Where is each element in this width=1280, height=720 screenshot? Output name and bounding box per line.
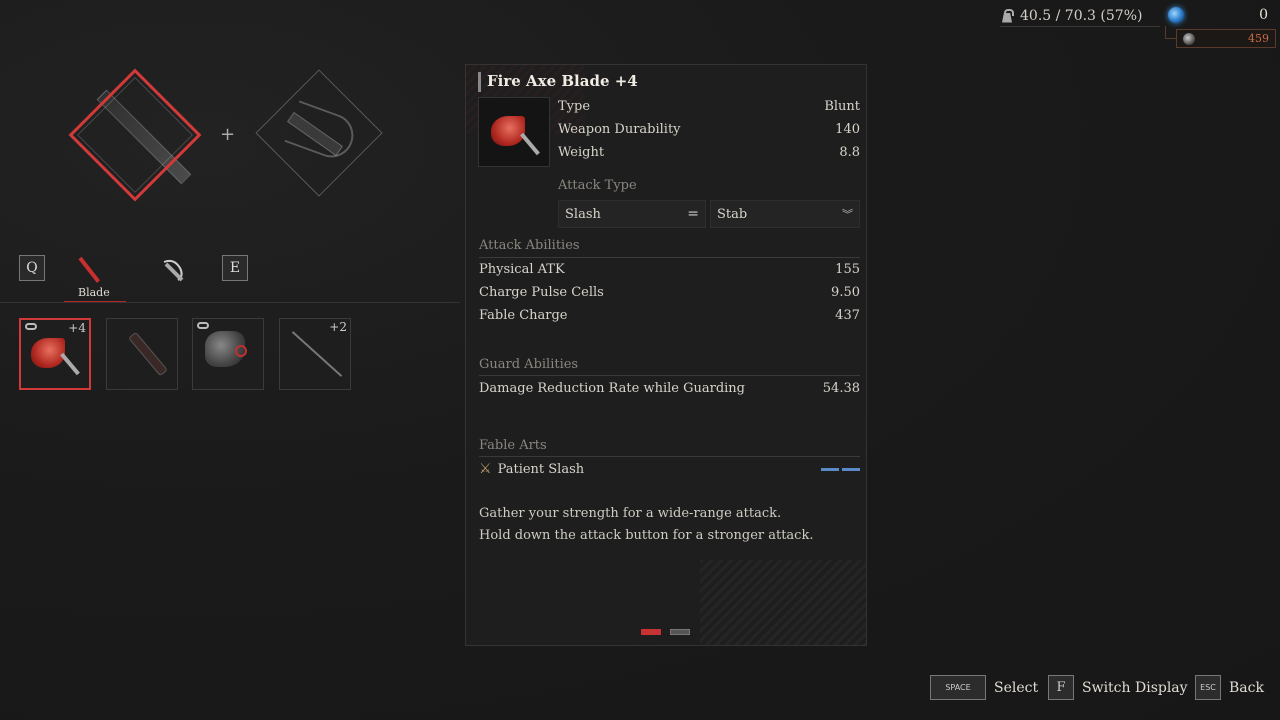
attack-type-primary: Slash = xyxy=(558,200,706,228)
panel-decoration-bottom xyxy=(700,560,866,645)
select-hint[interactable]: SPACE Select xyxy=(930,675,1038,700)
guard-label: Damage Reduction Rate while Guarding xyxy=(479,381,745,396)
attack-type-secondary[interactable]: Stab ︾ xyxy=(710,200,860,228)
fable-art-name: Patient Slash xyxy=(497,461,585,477)
item-description: Gather your strength for a wide-range at… xyxy=(479,503,813,547)
ability-value: 437 xyxy=(835,308,860,323)
prev-category-key[interactable]: Q xyxy=(19,255,45,281)
link-icon xyxy=(197,322,209,329)
attack-abilities-label: Attack Abilities xyxy=(479,238,580,253)
ability-label: Charge Pulse Cells xyxy=(479,285,604,300)
tab-blade-label[interactable]: Blade xyxy=(78,286,110,299)
primary-currency-value: 0 xyxy=(1259,7,1268,23)
attack-type-primary-value: Slash xyxy=(565,206,601,222)
page-indicator-2[interactable] xyxy=(670,629,690,635)
stat-label: Weight xyxy=(558,145,605,160)
section-divider xyxy=(479,375,860,376)
secondary-currency-value: 459 xyxy=(1248,32,1269,45)
primary-currency: 0 xyxy=(1168,4,1268,26)
stat-row: Type Blunt xyxy=(558,99,860,114)
weight-value: 40.5 / 70.3 (57%) xyxy=(1020,7,1143,24)
ability-row: Physical ATK 155 xyxy=(479,262,860,277)
tab-divider xyxy=(0,302,460,303)
section-divider xyxy=(479,456,860,457)
blue-orb-icon xyxy=(1168,7,1184,23)
switch-display-hint[interactable]: F Switch Display xyxy=(1048,675,1188,700)
fable-art-gauge xyxy=(821,467,860,471)
axe-shaft xyxy=(520,132,540,156)
fable-art: ⚔ Patient Slash xyxy=(479,461,584,477)
stat-value: 8.8 xyxy=(839,145,860,160)
ability-row: Fable Charge 437 xyxy=(479,308,860,323)
guard-row: Damage Reduction Rate while Guarding 54.… xyxy=(479,381,860,396)
weight-icon xyxy=(1000,8,1014,23)
fire-axe-icon xyxy=(491,116,525,146)
inventory-slot-fire-axe-blade[interactable]: +4 xyxy=(19,318,91,390)
item-title: Fire Axe Blade +4 xyxy=(487,72,638,90)
guard-value: 54.38 xyxy=(822,381,860,396)
blade-icon[interactable] xyxy=(78,256,101,283)
next-category-key[interactable]: E xyxy=(222,255,248,281)
stat-value: Blunt xyxy=(824,99,860,114)
description-line: Hold down the attack button for a strong… xyxy=(479,528,814,543)
item-thumbnail xyxy=(478,97,550,167)
slot-level: +4 xyxy=(68,321,86,335)
fable-art-row: ⚔ Patient Slash xyxy=(479,461,860,477)
crossed-swords-icon: ⚔ xyxy=(479,461,492,477)
inventory-slot-gauntlet-blade[interactable] xyxy=(192,318,264,390)
weight-display: 40.5 / 70.3 (57%) xyxy=(1000,5,1160,27)
section-divider xyxy=(479,257,860,258)
currency-connector xyxy=(1165,26,1176,39)
gauntlet-ring xyxy=(235,345,247,357)
back-hint[interactable]: ESC Back xyxy=(1195,675,1264,700)
ability-row: Charge Pulse Cells 9.50 xyxy=(479,285,860,300)
select-label: Select xyxy=(994,679,1039,696)
rod-icon xyxy=(291,331,343,377)
page-indicator-1[interactable] xyxy=(641,629,661,635)
fire-axe-icon xyxy=(31,338,65,368)
axe-shaft xyxy=(60,352,80,376)
stat-row: Weight 8.8 xyxy=(558,145,860,160)
ability-value: 155 xyxy=(835,262,860,277)
ability-value: 9.50 xyxy=(831,285,860,300)
ability-label: Physical ATK xyxy=(479,262,565,277)
ability-label: Fable Charge xyxy=(479,308,568,323)
stat-label: Weapon Durability xyxy=(558,122,681,137)
attack-type-label: Attack Type xyxy=(558,178,637,193)
knife-blade-icon xyxy=(128,331,168,377)
f-key: F xyxy=(1048,675,1074,700)
esc-key: ESC xyxy=(1195,675,1221,700)
gauge-segment xyxy=(821,467,839,471)
guard-abilities-label: Guard Abilities xyxy=(479,357,579,372)
double-chevron-down-icon: ︾ xyxy=(842,208,853,221)
link-icon xyxy=(25,323,37,330)
description-line: Gather your strength for a wide-range at… xyxy=(479,506,782,521)
switch-display-label: Switch Display xyxy=(1082,679,1188,696)
inventory-slot-rod-blade[interactable]: +2 xyxy=(279,318,351,390)
fable-arts-label: Fable Arts xyxy=(479,438,547,453)
stat-value: 140 xyxy=(835,122,860,137)
back-label: Back xyxy=(1229,679,1264,696)
stat-label: Type xyxy=(558,99,591,114)
equals-icon: = xyxy=(687,206,699,222)
plus-icon: + xyxy=(220,124,236,145)
handle-icon[interactable] xyxy=(160,258,188,284)
grey-orb-icon xyxy=(1183,32,1195,45)
attack-type-secondary-value: Stab xyxy=(717,206,748,222)
title-accent-bar xyxy=(478,72,481,92)
slot-level: +2 xyxy=(329,320,347,334)
space-key: SPACE xyxy=(930,675,986,700)
inventory-slot-knife-blade[interactable] xyxy=(106,318,178,390)
gauge-segment xyxy=(842,467,860,471)
secondary-currency: 459 xyxy=(1176,29,1276,48)
stat-row: Weapon Durability 140 xyxy=(558,122,860,137)
